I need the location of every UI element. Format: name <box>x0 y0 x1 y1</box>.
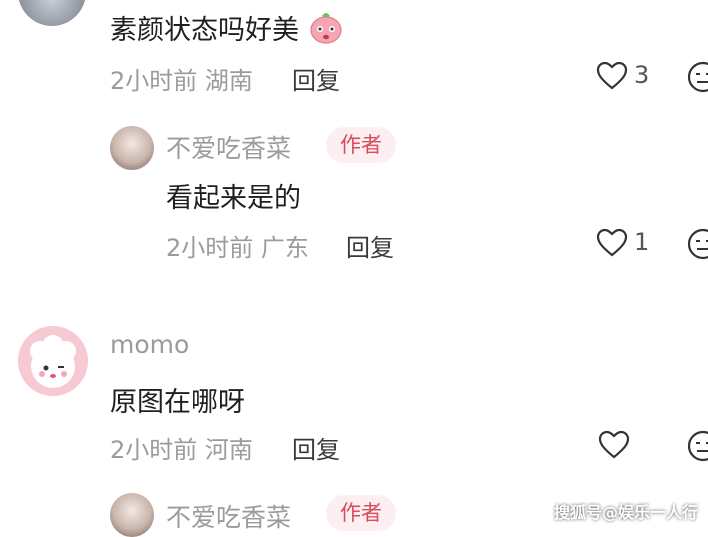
heart-icon[interactable] <box>596 61 628 91</box>
emoji-icon[interactable] <box>686 429 708 463</box>
avatar[interactable] <box>110 126 154 170</box>
peach-emoji <box>309 13 342 44</box>
comment-text: 素颜状态吗好美 <box>110 8 344 47</box>
heart-icon[interactable] <box>596 228 628 258</box>
avatar-image <box>30 335 76 388</box>
comment-time: 2小时前 河南 <box>110 436 253 464</box>
comment-time: 2小时前 广东 <box>166 234 309 262</box>
avatar[interactable] <box>18 0 86 26</box>
like-count: 3 <box>634 61 650 89</box>
author-badge: 作者 <box>326 127 396 163</box>
comment-location: 广东 <box>260 234 309 262</box>
heart-icon[interactable] <box>598 430 630 460</box>
reply-button[interactable]: 回复 <box>292 61 340 96</box>
like-count: 1 <box>634 228 650 256</box>
reply-button[interactable]: 回复 <box>346 228 394 263</box>
avatar[interactable] <box>18 326 88 396</box>
reply-button[interactable]: 回复 <box>292 430 340 465</box>
author-badge: 作者 <box>326 495 396 531</box>
comment-location: 湖南 <box>204 67 253 95</box>
emoji-icon[interactable] <box>686 60 708 94</box>
comment-text: 看起来是的 <box>166 183 301 214</box>
author-name[interactable]: 不爱吃香菜 <box>166 129 291 165</box>
author-name[interactable]: momo <box>110 330 189 359</box>
watermark: 搜狐号@娱乐一人行 <box>553 503 698 522</box>
comment-location: 河南 <box>204 436 253 464</box>
emoji-icon[interactable] <box>686 227 708 261</box>
comment-text: 原图在哪呀 <box>110 387 245 418</box>
avatar[interactable] <box>110 493 154 537</box>
comment-time: 2小时前 湖南 <box>110 67 253 95</box>
